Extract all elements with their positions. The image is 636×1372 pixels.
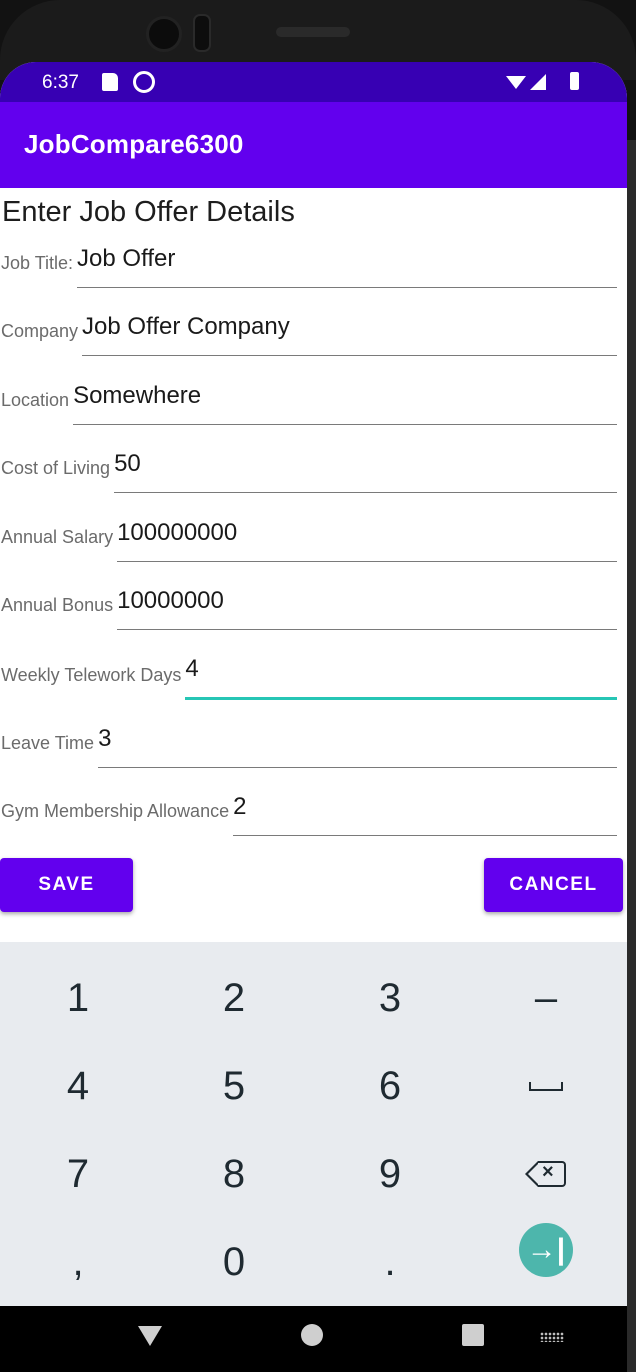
annual-bonus-input[interactable] [117, 581, 617, 630]
key-comma[interactable]: , [0, 1218, 156, 1306]
front-camera [146, 16, 182, 52]
key-3[interactable]: 3 [312, 954, 468, 1042]
battery-icon [570, 72, 579, 90]
key-next[interactable]: →| [468, 1206, 624, 1294]
back-icon[interactable] [138, 1326, 162, 1346]
sd-card-icon [102, 73, 118, 91]
cost-of-living-field: Cost of Living [0, 443, 617, 493]
key-1[interactable]: 1 [0, 954, 156, 1042]
job-title-input[interactable] [77, 239, 617, 288]
annual-salary-input[interactable] [117, 513, 617, 562]
app-bar: JobCompare6300 [0, 102, 627, 188]
leave-time-field: Leave Time [0, 718, 617, 768]
recents-icon[interactable] [462, 1324, 484, 1346]
sync-icon [133, 71, 155, 93]
signal-icon [530, 74, 546, 90]
key-0[interactable]: 0 [156, 1218, 312, 1306]
key-5[interactable]: 5 [156, 1042, 312, 1130]
earpiece-speaker [276, 27, 350, 37]
next-field-icon: →| [519, 1223, 573, 1277]
key-period[interactable]: . [312, 1218, 468, 1306]
company-field: Company [0, 306, 617, 356]
key-8[interactable]: 8 [156, 1130, 312, 1218]
job-title-label: Job Title: [1, 253, 74, 273]
home-icon[interactable] [301, 1324, 323, 1346]
weekly-telework-days-input[interactable] [185, 649, 617, 700]
cost-of-living-label: Cost of Living [1, 458, 111, 478]
save-button[interactable]: SAVE [0, 858, 133, 912]
space-icon [529, 1081, 563, 1091]
key-7[interactable]: 7 [0, 1130, 156, 1218]
weekly-telework-days-field: Weekly Telework Days [0, 649, 617, 700]
annual-bonus-label: Annual Bonus [1, 595, 114, 615]
location-field: Location [0, 375, 617, 425]
numeric-keyboard: 1 2 3 – 4 5 6 7 8 9 × , 0 . →| [0, 942, 627, 1306]
status-time: 6:37 [42, 72, 79, 93]
page-heading: Enter Job Offer Details [2, 196, 295, 228]
key-6[interactable]: 6 [312, 1042, 468, 1130]
key-backspace[interactable]: × [468, 1130, 624, 1218]
key-minus[interactable]: – [468, 954, 624, 1042]
weekly-telework-days-label: Weekly Telework Days [1, 665, 182, 685]
key-9[interactable]: 9 [312, 1130, 468, 1218]
key-4[interactable]: 4 [0, 1042, 156, 1130]
wifi-icon [506, 76, 526, 89]
leave-time-label: Leave Time [1, 733, 95, 753]
leave-time-input[interactable] [98, 719, 617, 768]
device-side-edge [627, 140, 636, 1372]
backspace-icon: × [525, 1161, 566, 1187]
key-space[interactable] [468, 1042, 624, 1130]
location-input[interactable] [73, 376, 617, 425]
gym-membership-allowance-input[interactable] [233, 787, 617, 836]
cost-of-living-input[interactable] [114, 444, 617, 493]
key-2[interactable]: 2 [156, 954, 312, 1042]
app-title: JobCompare6300 [24, 129, 244, 159]
annual-salary-field: Annual Salary [0, 512, 617, 562]
cancel-button[interactable]: CANCEL [484, 858, 623, 912]
proximity-sensor [193, 14, 211, 52]
company-label: Company [1, 321, 79, 341]
status-bar: 6:37 [0, 62, 627, 102]
gym-membership-allowance-field: Gym Membership Allowance [0, 786, 617, 836]
annual-bonus-field: Annual Bonus [0, 580, 617, 630]
job-title-field: Job Title: [0, 238, 617, 288]
annual-salary-label: Annual Salary [1, 527, 114, 547]
company-input[interactable] [82, 307, 617, 356]
keyboard-switch-icon[interactable] [540, 1332, 564, 1342]
location-label: Location [1, 390, 70, 410]
phone-screen: 6:37 JobCompare6300 Enter Job Offer Deta… [0, 62, 627, 1372]
navigation-bar [0, 1306, 627, 1372]
gym-membership-allowance-label: Gym Membership Allowance [1, 801, 230, 821]
